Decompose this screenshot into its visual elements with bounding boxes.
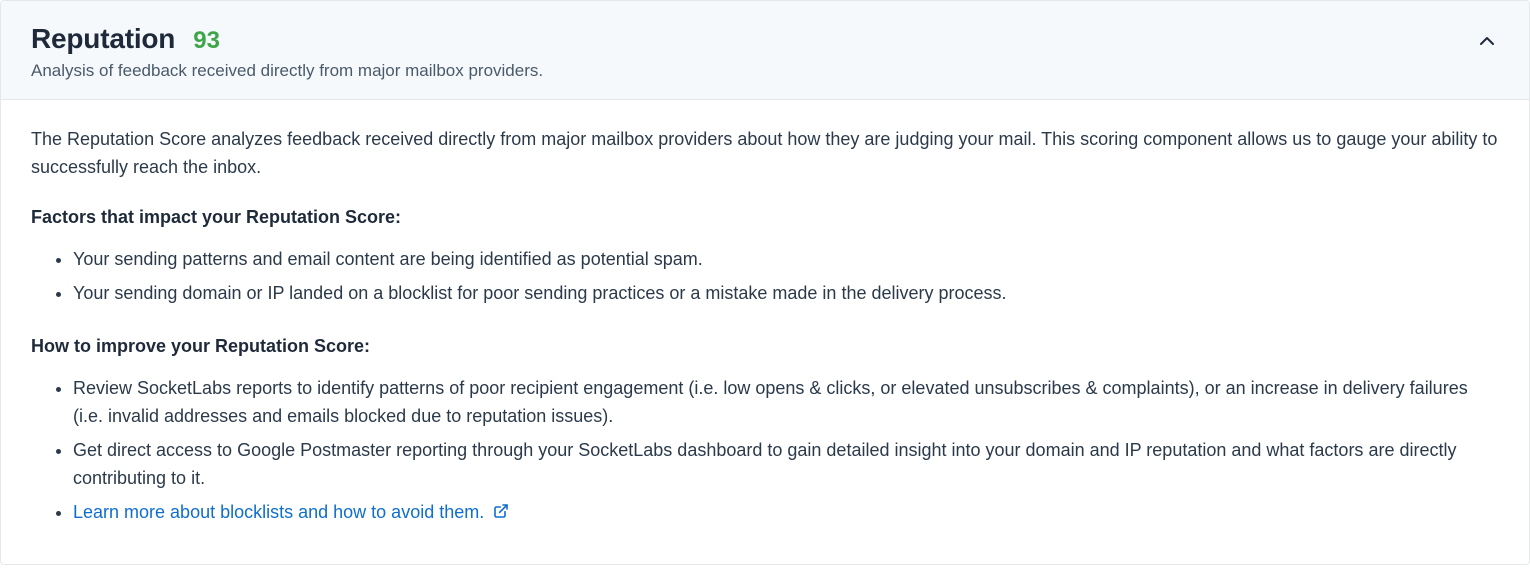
list-item: Get direct access to Google Postmaster r…	[73, 437, 1499, 493]
reputation-score: 93	[193, 27, 220, 55]
panel-subtitle: Analysis of feedback received directly f…	[31, 61, 543, 81]
improve-list: Review SocketLabs reports to identify pa…	[31, 375, 1499, 527]
improve-heading: How to improve your Reputation Score:	[31, 333, 1499, 361]
panel-body: The Reputation Score analyzes feedback r…	[1, 100, 1529, 564]
factors-heading: Factors that impact your Reputation Scor…	[31, 204, 1499, 232]
header-left: Reputation 93 Analysis of feedback recei…	[31, 23, 543, 81]
intro-paragraph: The Reputation Score analyzes feedback r…	[31, 126, 1499, 182]
external-link-icon	[493, 500, 509, 528]
list-item: Your sending patterns and email content …	[73, 246, 1499, 274]
reputation-panel: Reputation 93 Analysis of feedback recei…	[0, 0, 1530, 565]
blocklist-link[interactable]: Learn more about blocklists and how to a…	[73, 502, 509, 522]
panel-title: Reputation	[31, 23, 175, 55]
link-text: Learn more about blocklists and how to a…	[73, 502, 484, 522]
list-item: Your sending domain or IP landed on a bl…	[73, 280, 1499, 308]
factors-list: Your sending patterns and email content …	[31, 246, 1499, 308]
chevron-up-icon[interactable]	[1475, 29, 1499, 53]
title-row: Reputation 93	[31, 23, 543, 55]
panel-header[interactable]: Reputation 93 Analysis of feedback recei…	[1, 1, 1529, 100]
list-item: Learn more about blocklists and how to a…	[73, 499, 1499, 528]
list-item: Review SocketLabs reports to identify pa…	[73, 375, 1499, 431]
